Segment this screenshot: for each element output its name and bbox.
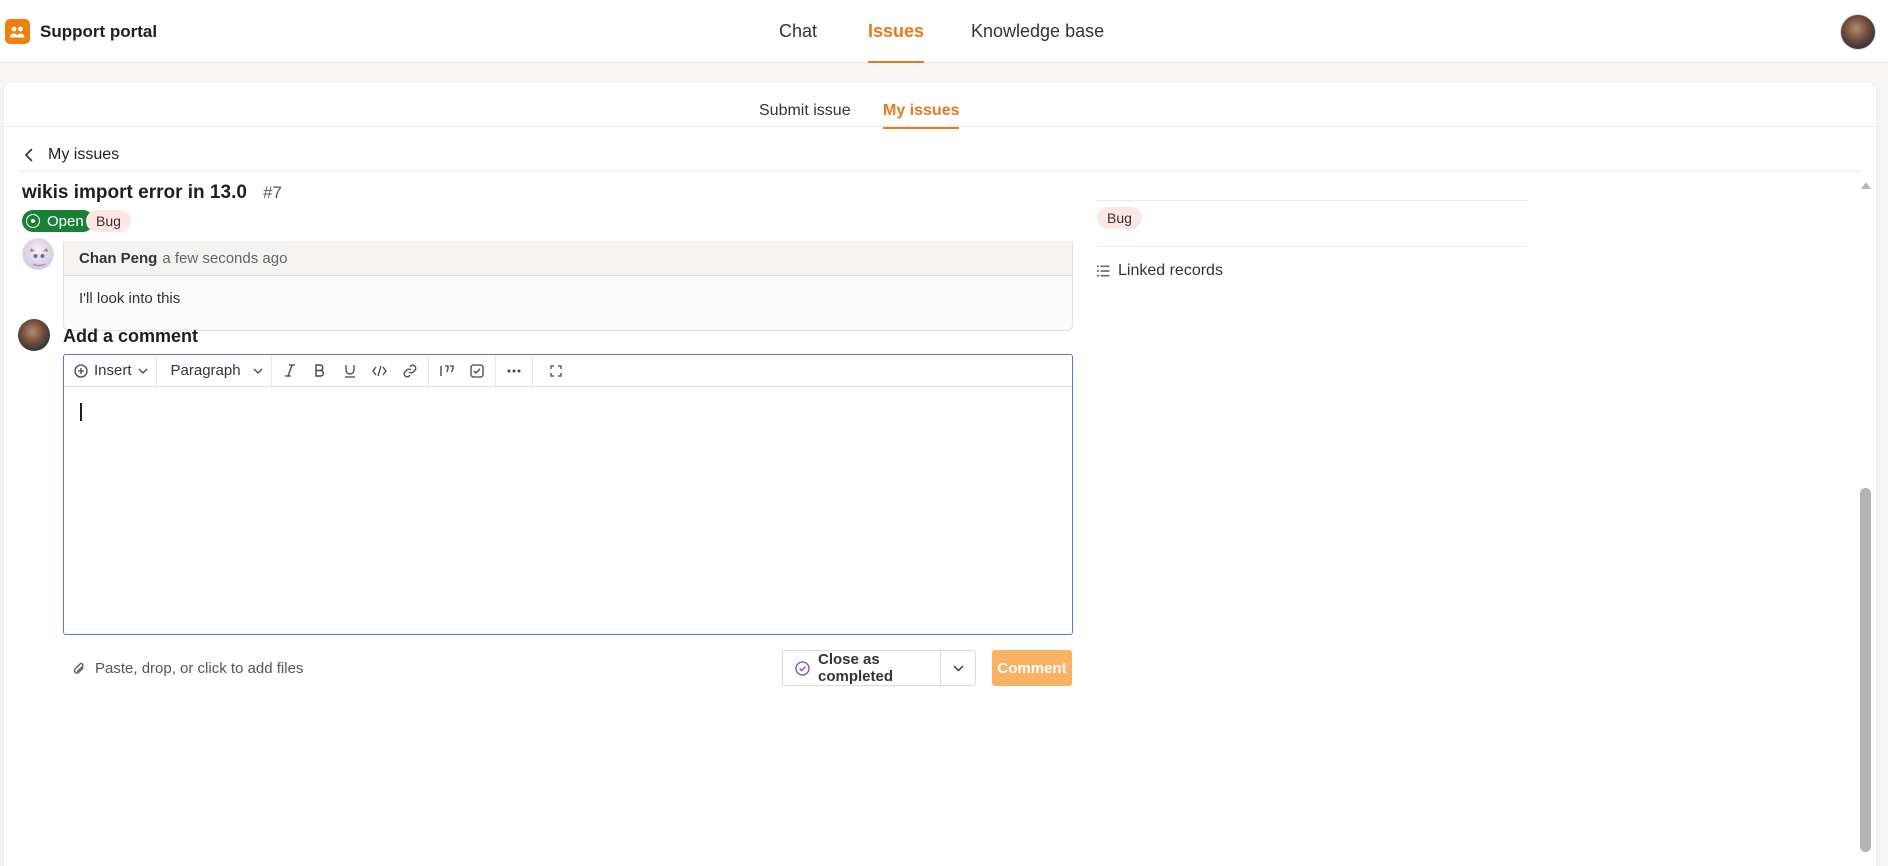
nav-issues[interactable]: Issues: [868, 0, 925, 63]
list-icon: [1097, 265, 1110, 277]
commenter-avatar: [22, 238, 54, 270]
tab-my-issues[interactable]: My issues: [883, 94, 960, 129]
sidebar-divider-top: [1097, 200, 1527, 201]
more-button[interactable]: [499, 356, 529, 386]
link-button[interactable]: [395, 356, 425, 386]
status-badge: Open: [22, 210, 94, 232]
expand-icon: [549, 364, 562, 377]
insert-label: Insert: [94, 362, 132, 379]
code-button[interactable]: [365, 356, 395, 386]
comment-card: Chan Peng a few seconds ago I'll look in…: [63, 241, 1073, 331]
sidebar-tag-bug[interactable]: Bug: [1097, 207, 1142, 229]
fullscreen-button[interactable]: [541, 356, 571, 386]
underline-button[interactable]: [335, 356, 365, 386]
checkbox-icon: [469, 363, 484, 378]
close-options-dropdown[interactable]: [941, 651, 975, 685]
bold-button[interactable]: [305, 356, 335, 386]
block-group: [429, 355, 496, 386]
user-avatar[interactable]: [1840, 14, 1876, 50]
app-title: Support portal: [40, 21, 158, 41]
chevron-down-icon: [138, 368, 147, 374]
linked-records-label: Linked records: [1118, 262, 1223, 279]
link-icon: [403, 364, 416, 377]
code-icon: [372, 365, 387, 376]
support-portal-logo-icon: [5, 19, 30, 44]
current-user-avatar: [18, 319, 50, 351]
insert-group: Insert: [64, 355, 157, 386]
back-to-my-issues[interactable]: My issues: [24, 138, 119, 172]
top-bar: Support portal Chat Issues Knowledge bas…: [0, 0, 1888, 63]
subtab-divider: [4, 126, 1876, 127]
status-label: Open: [47, 212, 84, 230]
comment-editor[interactable]: Insert Paragraph: [63, 354, 1073, 635]
check-circle-icon: [795, 660, 810, 676]
comment-timestamp[interactable]: a few seconds ago: [162, 250, 287, 267]
add-comment-heading: Add a comment: [63, 326, 199, 346]
quote-button[interactable]: [432, 356, 462, 386]
chevron-down-icon: [253, 368, 263, 374]
text-caret: [80, 403, 82, 421]
scrollbar-thumb[interactable]: [1860, 488, 1871, 852]
main-panel: Submit issue My issues My issues wikis i…: [4, 82, 1876, 866]
checklist-button[interactable]: [462, 356, 492, 386]
close-as-completed-label: Close as completed: [818, 651, 894, 685]
more-icon: [507, 369, 521, 372]
open-status-icon: [26, 214, 40, 228]
format-group: Paragraph: [157, 355, 272, 386]
fullscreen-group: [533, 355, 579, 386]
issue-tag-bug[interactable]: Bug: [86, 210, 131, 232]
comment-body: I'll look into this: [79, 290, 181, 307]
inline-format-group: [272, 355, 429, 386]
comment-header: Chan Peng a few seconds ago: [64, 241, 1072, 276]
italic-button[interactable]: [275, 356, 305, 386]
underline-icon: [344, 364, 355, 378]
tab-submit-issue[interactable]: Submit issue: [759, 94, 851, 128]
attach-files[interactable]: Paste, drop, or click to add files: [72, 660, 303, 677]
paragraph-label: Paragraph: [170, 362, 241, 379]
close-as-completed-button[interactable]: Close as completed: [783, 651, 941, 685]
paperclip-icon: [72, 661, 86, 677]
linked-records[interactable]: Linked records: [1097, 262, 1223, 280]
breadcrumb-divider: [18, 171, 1862, 172]
chevron-left-icon: [24, 148, 34, 162]
issue-number: #7: [263, 183, 282, 202]
bold-icon: [315, 364, 325, 377]
comment-submit-button[interactable]: Comment: [992, 650, 1072, 686]
more-group: [496, 355, 533, 386]
sidebar-divider: [1097, 246, 1527, 247]
quote-icon: [439, 364, 454, 376]
attach-files-label: Paste, drop, or click to add files: [95, 660, 304, 677]
insert-dropdown[interactable]: Insert: [74, 356, 148, 386]
back-link-label: My issues: [48, 146, 120, 163]
comment-author[interactable]: Chan Peng: [79, 250, 157, 267]
italic-icon: [284, 364, 295, 377]
issue-title: wikis import error in 13.0: [22, 182, 247, 203]
paragraph-dropdown[interactable]: Paragraph: [171, 356, 263, 386]
scroll-up-arrow-icon[interactable]: [1861, 182, 1871, 189]
editor-toolbar: Insert Paragraph: [64, 355, 1072, 387]
close-issue-split-button: Close as completed: [782, 650, 976, 686]
brand[interactable]: Support portal: [5, 19, 157, 44]
plus-circle-icon: [74, 363, 88, 378]
chevron-down-icon: [953, 665, 963, 671]
nav-knowledge-base[interactable]: Knowledge base: [971, 0, 1104, 63]
nav-chat[interactable]: Chat: [779, 0, 817, 63]
